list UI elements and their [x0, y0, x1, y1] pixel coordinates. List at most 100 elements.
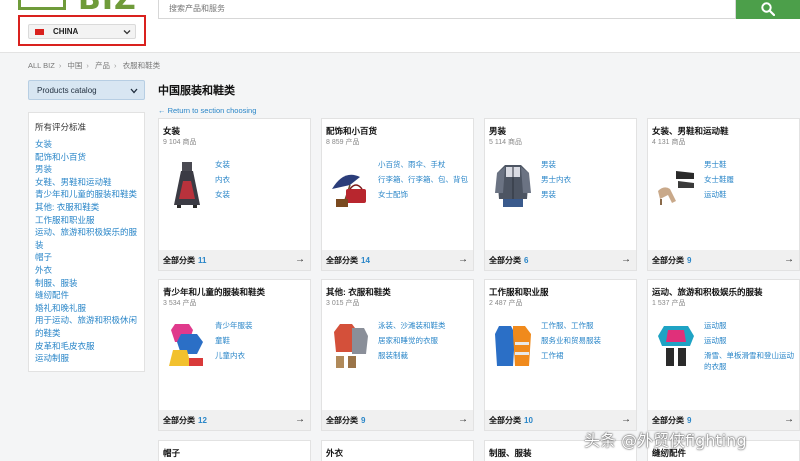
category-card[interactable]: 男装 5 114 商品 男装 男士内衣 男装 全部分类 6 →: [484, 118, 637, 271]
card-link[interactable]: 男士鞋: [704, 157, 796, 172]
card-footer[interactable]: 全部分类 14 →: [322, 250, 473, 270]
card-link[interactable]: 行李箱、行李箱、包、背包: [378, 172, 470, 187]
card-title[interactable]: 其他: 衣服和鞋类: [326, 286, 391, 298]
card-title[interactable]: 配饰和小百货: [326, 125, 377, 137]
sidebar-item[interactable]: 男装: [35, 163, 138, 176]
arrow-right-icon[interactable]: →: [784, 254, 794, 265]
sidebar-item[interactable]: 用于运动、旅游和积极休闲的鞋类: [35, 314, 138, 339]
card-footer[interactable]: 全部分类 11 →: [159, 250, 310, 270]
card-count: 9 104 商品: [163, 139, 197, 146]
sidebar-item[interactable]: 制服、服装: [35, 277, 138, 290]
arrow-right-icon[interactable]: →: [458, 254, 468, 265]
card-footer[interactable]: 全部分类 6 →: [485, 250, 636, 270]
arrow-right-icon[interactable]: →: [784, 414, 794, 425]
sidebar-item[interactable]: 配饰和小百货: [35, 151, 138, 164]
card-link[interactable]: 工作服、工作服: [541, 318, 633, 333]
footer-label: 全部分类: [489, 416, 521, 425]
sidebar-item[interactable]: 其他: 衣服和鞋类: [35, 201, 138, 214]
arrow-right-icon[interactable]: →: [621, 414, 631, 425]
coat-boots-icon: [334, 324, 368, 368]
category-card[interactable]: 其他: 衣服和鞋类 3 015 产品 泳装、沙滩装和鞋类 居家和睡觉的衣服 服装…: [321, 279, 474, 431]
sidebar-item[interactable]: 外衣: [35, 264, 138, 277]
all-categories-label: 全部分类 10: [489, 415, 533, 426]
arrow-right-icon[interactable]: →: [621, 254, 631, 265]
footer-label: 全部分类: [163, 256, 195, 265]
card-link[interactable]: 女士鞋履: [704, 172, 796, 187]
card-link[interactable]: 运动服: [704, 333, 796, 348]
sidebar-item[interactable]: 运动、旅游和积极娱乐的服装: [35, 226, 138, 251]
sidebar-item[interactable]: 女鞋、男鞋和运动鞋: [35, 176, 138, 189]
arrow-right-icon[interactable]: →: [295, 414, 305, 425]
sidebar-item[interactable]: 缝纫配件: [35, 289, 138, 302]
search-button[interactable]: [736, 0, 800, 19]
arrow-right-icon[interactable]: →: [295, 254, 305, 265]
return-link[interactable]: ← Return to section choosing: [158, 106, 256, 115]
card-link[interactable]: 女装: [215, 187, 307, 202]
card-title[interactable]: 青少年和儿童的服装和鞋类: [163, 286, 265, 298]
card-footer[interactable]: 全部分类 9 →: [648, 250, 799, 270]
site-logo[interactable]: BIZ: [18, 0, 148, 15]
breadcrumb-item[interactable]: 中国: [67, 61, 82, 70]
card-link[interactable]: 童鞋: [215, 333, 307, 348]
search-input[interactable]: [158, 0, 736, 19]
sidebar-item[interactable]: 皮革和毛皮衣服: [35, 340, 138, 353]
card-link[interactable]: 女士配饰: [378, 187, 470, 202]
card-link[interactable]: 儿童内衣: [215, 348, 307, 363]
sidebar-item[interactable]: 帽子: [35, 251, 138, 264]
card-link[interactable]: 居家和睡觉的衣服: [378, 333, 470, 348]
card-link[interactable]: 女装: [215, 157, 307, 172]
category-count: 9: [687, 416, 692, 425]
card-count: 3 534 产品: [163, 300, 197, 307]
sidebar-item[interactable]: 青少年和儿童的服装和鞋类: [35, 188, 138, 201]
card-link[interactable]: 小百货、雨伞、手杖: [378, 157, 470, 172]
category-card[interactable]: 女装 9 104 商品 女装 内衣 女装 全部分类 11 →: [158, 118, 311, 271]
card-link[interactable]: 服务业和贸易服装: [541, 333, 633, 348]
card-link[interactable]: 男士内衣: [541, 172, 633, 187]
all-categories-label: 全部分类 6: [489, 255, 528, 266]
footer-label: 全部分类: [652, 416, 684, 425]
card-link[interactable]: 内衣: [215, 172, 307, 187]
sidebar-title: 所有评分标准: [35, 122, 87, 132]
watermark: 头条 @外贸侠fighting: [584, 431, 747, 450]
category-card[interactable]: 女装、男鞋和运动鞋 4 131 商品 男士鞋 女士鞋履 运动鞋 全部分类 9 →: [647, 118, 800, 271]
card-link[interactable]: 运动服: [704, 318, 796, 333]
card-link[interactable]: 滑雪、单板滑雪和登山运动的衣服: [704, 348, 796, 374]
card-title[interactable]: 女装: [163, 125, 180, 137]
category-card[interactable]: 配饰和小百货 8 859 产品 小百货、雨伞、手杖 行李箱、行李箱、包、背包 女…: [321, 118, 474, 271]
card-link[interactable]: 青少年服装: [215, 318, 307, 333]
category-card[interactable]: 外衣: [321, 440, 474, 461]
arrow-right-icon[interactable]: →: [458, 414, 468, 425]
card-title[interactable]: 女装、男鞋和运动鞋: [652, 125, 729, 137]
card-link[interactable]: 泳装、沙滩装和鞋类: [378, 318, 470, 333]
sidebar-item[interactable]: 运动制服: [35, 352, 138, 365]
card-link[interactable]: 男装: [541, 157, 633, 172]
card-footer[interactable]: 全部分类 12 →: [159, 410, 310, 430]
card-title[interactable]: 外衣: [326, 447, 343, 459]
sidebar-item[interactable]: 工作服和职业服: [35, 214, 138, 227]
footer-label: 全部分类: [326, 416, 358, 425]
card-title[interactable]: 帽子: [163, 447, 180, 459]
card-title[interactable]: 男装: [489, 125, 506, 137]
sidebar-item[interactable]: 女装: [35, 138, 138, 151]
breadcrumb-item[interactable]: ALL BIZ: [28, 61, 55, 70]
products-catalog-dropdown[interactable]: Products catalog: [28, 80, 145, 100]
card-link[interactable]: 男装: [541, 187, 633, 202]
category-card[interactable]: 青少年和儿童的服装和鞋类 3 534 产品 青少年服装 童鞋 儿童内衣 全部分类…: [158, 279, 311, 431]
country-selector[interactable]: CHINA: [28, 24, 136, 39]
card-link[interactable]: 工作裙: [541, 348, 633, 363]
category-card[interactable]: 帽子: [158, 440, 311, 461]
category-card[interactable]: 运动、旅游和积极娱乐的服装 1 537 产品 运动服 运动服 滑雪、单板滑雪和登…: [647, 279, 800, 431]
card-footer[interactable]: 全部分类 9 →: [322, 410, 473, 430]
card-link[interactable]: 服装制裁: [378, 348, 470, 363]
card-title[interactable]: 运动、旅游和积极娱乐的服装: [652, 286, 763, 298]
card-title[interactable]: 制服、服装: [489, 447, 532, 459]
card-links: 泳装、沙滩装和鞋类 居家和睡觉的衣服 服装制裁: [378, 318, 470, 363]
card-link[interactable]: 运动鞋: [704, 187, 796, 202]
sidebar-item[interactable]: 婚礼和晚礼服: [35, 302, 138, 315]
breadcrumb-item[interactable]: 产品: [95, 61, 110, 70]
footer-label: 全部分类: [652, 256, 684, 265]
card-links: 运动服 运动服 滑雪、单板滑雪和登山运动的衣服: [704, 318, 796, 374]
category-card[interactable]: 工作服和职业服 2 487 产品 工作服、工作服 服务业和贸易服装 工作裙 全部…: [484, 279, 637, 431]
workwear-icon: [495, 326, 531, 366]
card-title[interactable]: 工作服和职业服: [489, 286, 549, 298]
